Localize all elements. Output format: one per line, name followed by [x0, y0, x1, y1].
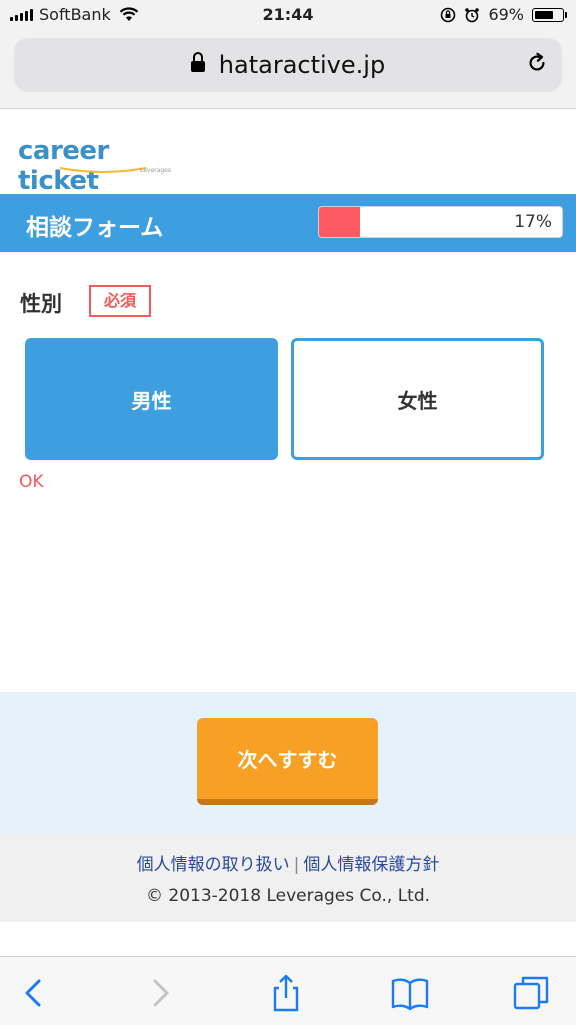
progress-bar: 17% — [318, 206, 563, 238]
option-female-label: 女性 — [397, 388, 438, 413]
privacy-policy-link[interactable]: 個人情報保護方針 — [303, 855, 439, 875]
footer: 個人情報の取り扱い | 個人情報保護方針 © 2013-2018 Leverages… — [0, 834, 576, 922]
footer-links: 個人情報の取り扱い | 個人情報保護方針 — [0, 850, 576, 875]
validation-message: OK — [19, 472, 44, 492]
logo-swoosh — [59, 167, 147, 173]
footer-separator: | — [293, 855, 300, 875]
orientation-lock-icon — [441, 7, 456, 22]
status-right: 69% — [440, 5, 567, 24]
form-title: 相談フォーム — [26, 215, 164, 241]
forward-icon[interactable] — [140, 973, 180, 1013]
option-male-label: 男性 — [131, 388, 172, 413]
next-button[interactable]: 次へすすむ — [197, 718, 378, 805]
option-female-button[interactable]: 女性 — [291, 338, 544, 460]
required-badge: 必須 — [89, 285, 151, 317]
logo-subtext: Leverages — [140, 167, 171, 174]
option-male-button[interactable]: 男性 — [25, 338, 278, 460]
reload-icon[interactable] — [526, 52, 548, 74]
question-label: 性別 — [20, 292, 62, 316]
privacy-handling-link[interactable]: 個人情報の取り扱い — [137, 855, 290, 875]
browser-chrome: hataractive.jp — [0, 32, 576, 109]
progress-fill — [319, 207, 361, 237]
share-icon[interactable] — [266, 973, 306, 1013]
form-header: 相談フォーム 17% — [0, 194, 576, 252]
status-bar: SoftBank 21:44 69% — [0, 0, 576, 32]
tabs-icon[interactable] — [512, 973, 552, 1013]
battery-percent: 69% — [488, 5, 524, 24]
next-area: 次へすすむ — [0, 692, 576, 834]
progress-percent: 17% — [514, 212, 552, 232]
lock-icon — [190, 52, 205, 76]
copyright: © 2013-2018 Leverages Co., Ltd. — [145, 886, 431, 906]
browser-toolbar — [0, 956, 576, 1025]
bookmarks-icon[interactable] — [390, 973, 430, 1013]
alarm-icon — [465, 7, 480, 22]
next-button-label: 次へすすむ — [237, 748, 338, 772]
back-icon[interactable] — [14, 973, 54, 1013]
url-text: hataractive.jp — [218, 51, 386, 79]
battery-icon — [532, 7, 567, 22]
address-bar[interactable]: hataractive.jp — [14, 38, 562, 92]
career-ticket-logo[interactable]: career ticket Leverages — [18, 136, 188, 196]
